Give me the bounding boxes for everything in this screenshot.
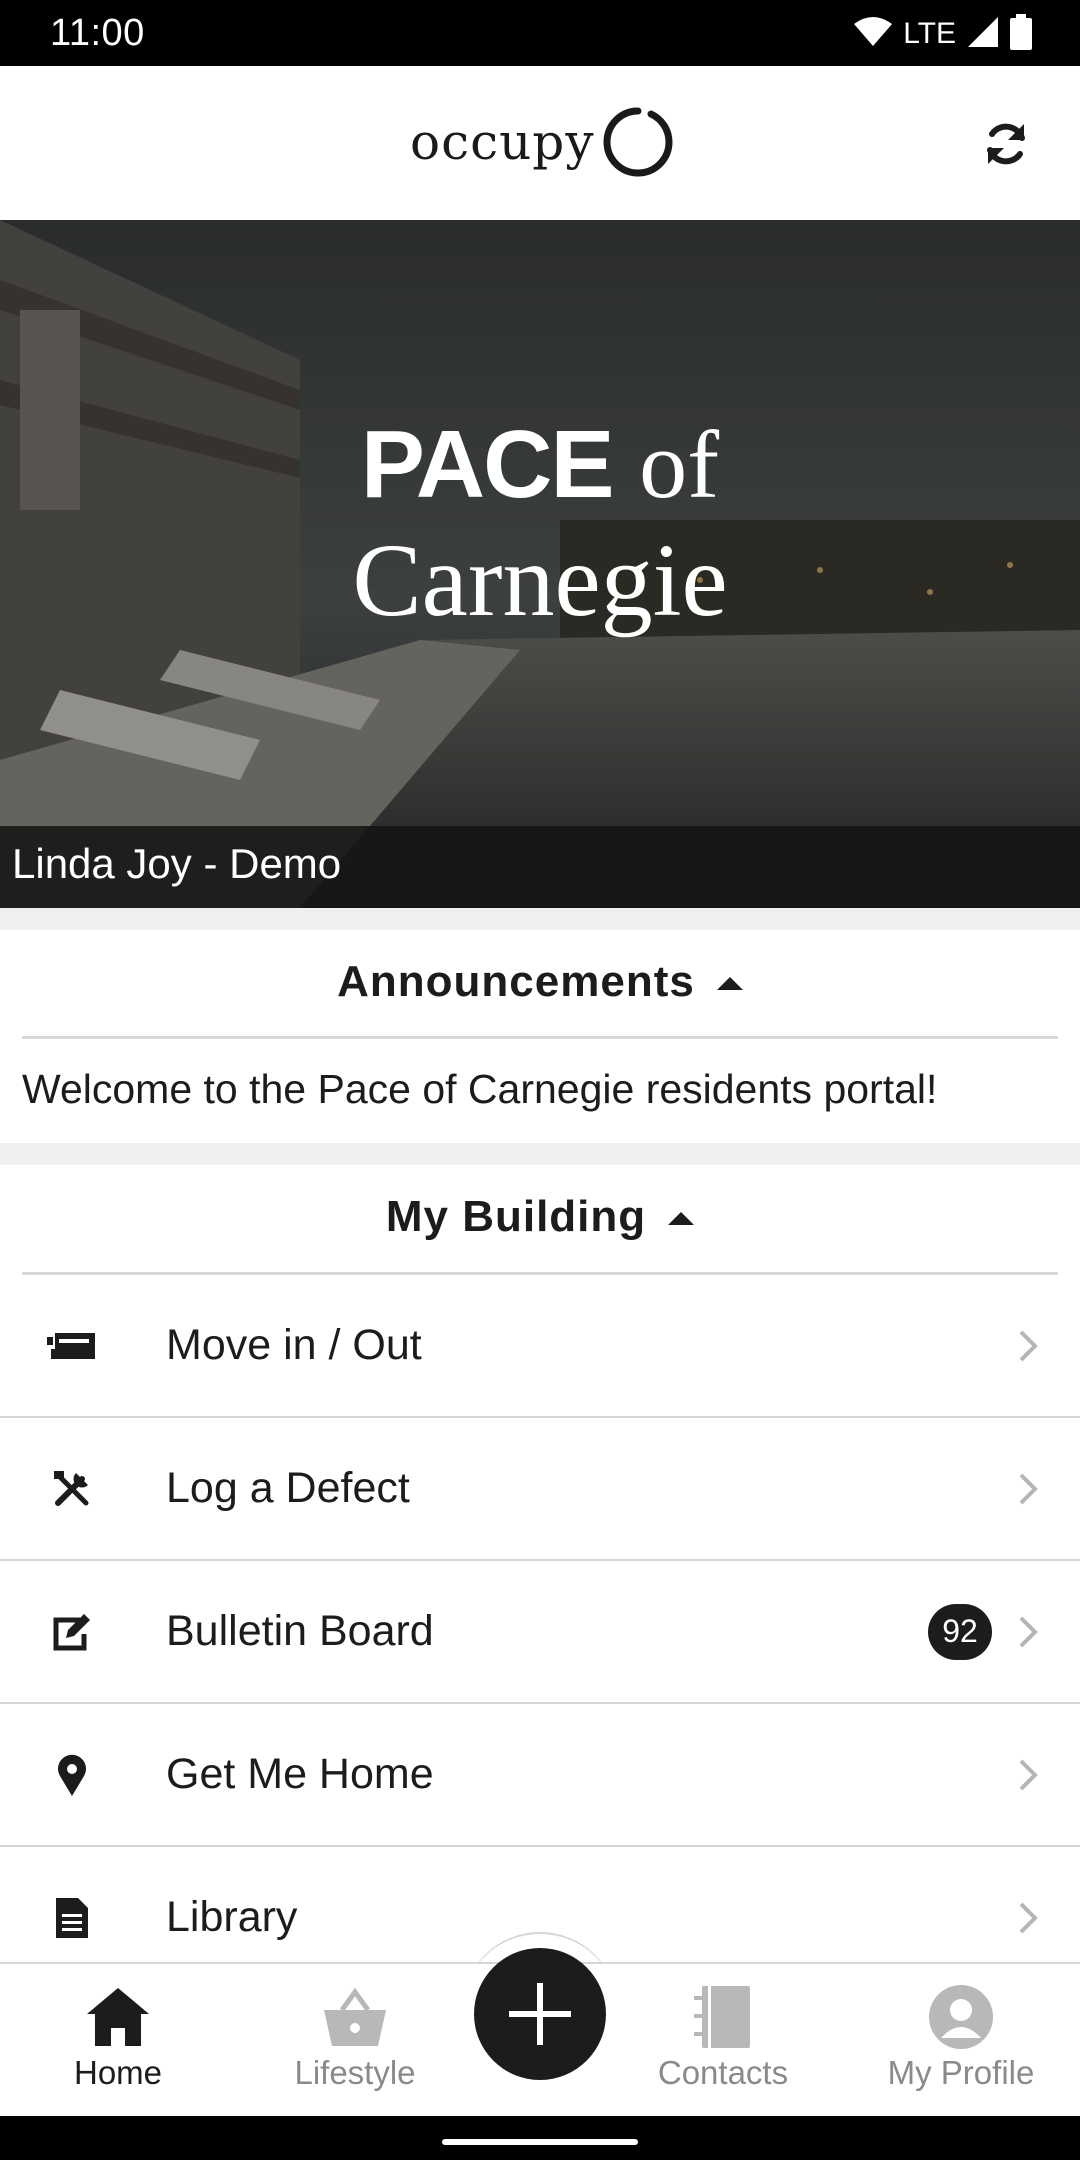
menu-item-log-a-defect[interactable]: Log a Defect — [0, 1418, 1080, 1561]
map-pin-icon — [46, 1749, 98, 1801]
add-fab-button[interactable] — [474, 1948, 606, 2080]
app-bar: occupy — [0, 66, 1080, 220]
section-gap — [0, 1143, 1080, 1165]
nav-tab-home[interactable]: Home — [18, 1964, 218, 2118]
hero-title: PACE of Carnegie — [0, 410, 1080, 642]
announcements-header[interactable]: Announcements — [0, 930, 1080, 1034]
chevron-right-icon — [1014, 1898, 1042, 1938]
contacts-book-icon — [688, 1984, 758, 2050]
hero-title-line1: PACE of — [0, 410, 1080, 520]
menu-item-get-me-home[interactable]: Get Me Home — [0, 1704, 1080, 1847]
nav-label: My Profile — [887, 2054, 1035, 2091]
announcements-title: Announcements — [337, 957, 695, 1006]
nav-label: Contacts — [657, 2054, 789, 2091]
occupy-logo: occupy — [410, 102, 675, 182]
truck-icon — [46, 1320, 98, 1372]
logo-text: occupy — [410, 113, 595, 171]
menu-item-label: Library — [166, 1893, 298, 1941]
document-icon — [46, 1892, 98, 1944]
my-building-title: My Building — [385, 1192, 647, 1241]
caret-up-icon — [668, 1211, 695, 1225]
chevron-right-icon — [1014, 1755, 1042, 1795]
announcement-text: Welcome to the Pace of Carnegie resident… — [22, 1066, 938, 1112]
network-label: LTE — [903, 17, 956, 50]
system-navigation-bar — [0, 2116, 1080, 2160]
nav-label: Lifestyle — [294, 2054, 416, 2091]
hero-banner: PACE of Carnegie Linda Joy - Demo — [0, 220, 1080, 908]
profile-icon — [926, 1984, 996, 2050]
status-icons: LTE — [853, 13, 1032, 55]
chevron-right-icon — [1014, 1469, 1042, 1509]
wifi-icon — [853, 16, 893, 53]
home-icon — [83, 1984, 153, 2050]
refresh-button[interactable] — [970, 108, 1042, 180]
battery-icon — [1010, 13, 1032, 55]
signal-icon — [966, 15, 1000, 54]
menu-item-label: Log a Defect — [166, 1464, 410, 1512]
caret-up-icon — [716, 976, 743, 990]
tools-icon — [46, 1463, 98, 1515]
basket-icon — [320, 1984, 390, 2050]
hero-title-strong: PACE — [360, 411, 615, 518]
menu-item-label: Bulletin Board — [166, 1607, 434, 1655]
section-divider — [22, 1036, 1058, 1039]
status-time: 11:00 — [50, 12, 145, 54]
notification-count-badge: 92 — [928, 1603, 992, 1660]
edit-icon — [46, 1606, 98, 1658]
menu-item-label: Move in / Out — [166, 1321, 422, 1369]
section-gap — [0, 908, 1080, 930]
nav-tab-my-profile[interactable]: My Profile — [861, 1964, 1061, 2118]
hero-caption: Linda Joy - Demo — [0, 826, 1080, 908]
nav-label: Home — [73, 2054, 163, 2091]
plus-icon — [509, 1983, 571, 2045]
nav-tab-contacts[interactable]: Contacts — [623, 1964, 823, 2118]
status-bar: 11:00 LTE — [0, 0, 1080, 66]
hero-title-line2: Carnegie — [352, 523, 728, 638]
home-gesture-handle[interactable] — [442, 2139, 638, 2145]
chevron-right-icon — [1014, 1326, 1042, 1366]
chevron-right-icon — [1014, 1612, 1042, 1652]
menu-item-move-in-out[interactable]: Move in / Out — [0, 1275, 1080, 1418]
nav-tab-lifestyle[interactable]: Lifestyle — [255, 1964, 455, 2118]
refresh-icon — [987, 123, 1025, 165]
menu-item-bulletin-board[interactable]: Bulletin Board 92 — [0, 1561, 1080, 1704]
hero-title-light: of — [639, 411, 720, 518]
menu-item-label: Get Me Home — [166, 1750, 434, 1798]
my-building-header[interactable]: My Building — [0, 1165, 1080, 1269]
occupy-ring-logo-icon — [603, 107, 673, 177]
